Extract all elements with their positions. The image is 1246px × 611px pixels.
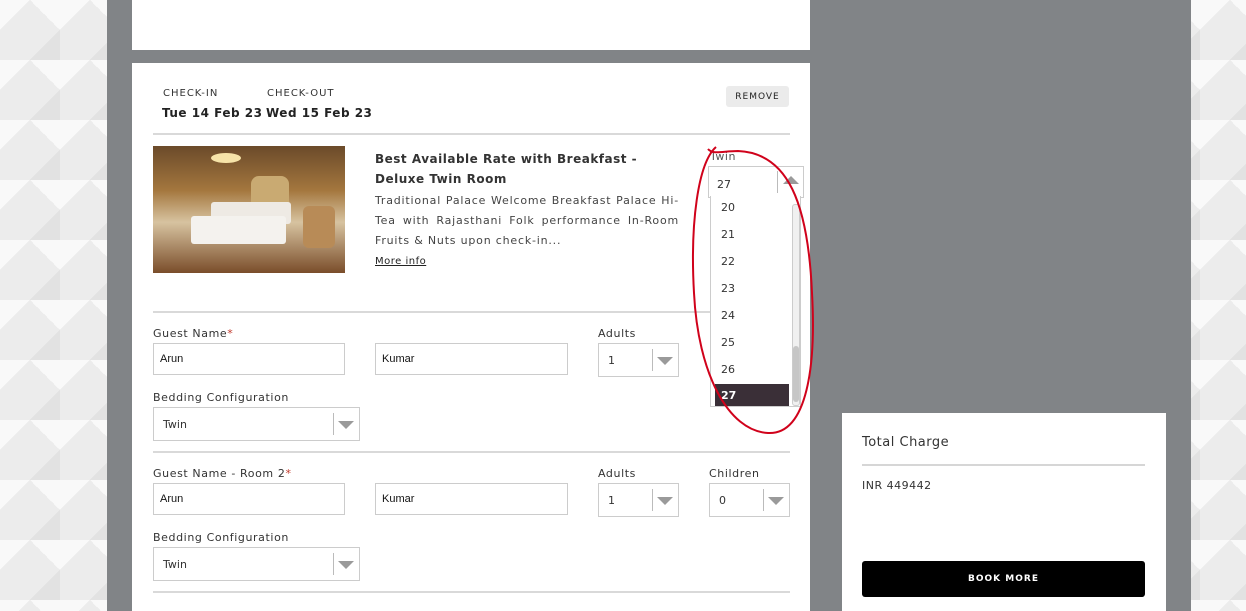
bedding-value: Twin <box>163 418 187 431</box>
adults-value: 1 <box>608 354 615 367</box>
select-divider <box>333 413 334 435</box>
adults-label: Adults <box>598 327 636 340</box>
room-image <box>153 146 345 273</box>
room2-adults-value: 1 <box>608 494 615 507</box>
children-select-open[interactable]: 27 <box>708 166 804 198</box>
scrollbar-thumb[interactable] <box>793 346 799 402</box>
remove-button[interactable]: REMOVE <box>726 86 789 107</box>
select-divider <box>652 349 653 371</box>
bedding-select[interactable]: Twin <box>153 407 360 441</box>
room2-bedding-label: Bedding Configuration <box>153 531 289 544</box>
room2-children-value: 0 <box>719 494 726 507</box>
room-image-bed <box>191 216 286 244</box>
total-charge-amount: INR 449442 <box>862 479 932 492</box>
chevron-down-icon <box>657 357 673 365</box>
chevron-up-icon <box>783 176 799 184</box>
total-charge-card: Total Charge INR 449442 BOOK MORE <box>842 413 1166 611</box>
room2-children-select[interactable]: 0 <box>709 483 790 517</box>
select-divider <box>763 489 764 511</box>
chevron-down-icon <box>768 497 784 505</box>
bedding-label: Bedding Configuration <box>153 391 289 404</box>
option-item[interactable]: 20 <box>715 199 789 217</box>
option-item[interactable]: 22 <box>715 253 789 271</box>
first-name-input[interactable] <box>153 343 345 375</box>
checkout-label: CHECK-OUT <box>267 88 335 99</box>
last-name-input[interactable] <box>375 343 568 375</box>
select-divider <box>652 489 653 511</box>
room2-adults-select[interactable]: 1 <box>598 483 679 517</box>
divider <box>153 311 790 313</box>
room-title: Best Available Rate with Breakfast - Del… <box>375 152 638 186</box>
previous-card <box>132 0 810 50</box>
total-charge-title: Total Charge <box>862 435 950 450</box>
room2-adults-label: Adults <box>598 467 636 480</box>
option-item[interactable]: 25 <box>715 334 789 352</box>
checkin-label: CHECK-IN <box>163 88 219 99</box>
room2-bedding-value: Twin <box>163 558 187 571</box>
room-image-chair <box>303 206 335 248</box>
room2-first-name-input[interactable] <box>153 483 345 515</box>
option-item[interactable]: 21 <box>715 226 789 244</box>
option-item[interactable]: 26 <box>715 361 789 379</box>
children-dropdown-label: Twin <box>710 150 736 163</box>
select-divider <box>333 553 334 575</box>
room2-children-label: Children <box>709 467 760 480</box>
room2-bedding-select[interactable]: Twin <box>153 547 360 581</box>
chevron-down-icon <box>657 497 673 505</box>
checkout-date: Wed 15 Feb 23 <box>266 106 373 120</box>
adults-select[interactable]: 1 <box>598 343 679 377</box>
room-image-lamp <box>211 153 241 163</box>
option-item-selected[interactable]: 27 <box>715 384 789 406</box>
divider <box>153 451 790 453</box>
room-booking-card: CHECK-IN Tue 14 Feb 23 CHECK-OUT Wed 15 … <box>132 63 810 611</box>
guest-name-label: Guest Name* <box>153 327 234 340</box>
divider <box>153 133 790 135</box>
room-description: Traditional Palace Welcome Breakfast Pal… <box>375 194 679 247</box>
more-info-link[interactable]: More info <box>375 256 426 267</box>
book-more-button[interactable]: BOOK MORE <box>862 561 1145 597</box>
chevron-down-icon <box>338 421 354 429</box>
children-options-list[interactable]: 20 21 22 23 24 25 26 27 <box>710 196 801 407</box>
guest-name-room2-label: Guest Name - Room 2* <box>153 467 292 480</box>
checkin-date: Tue 14 Feb 23 <box>162 106 263 120</box>
option-item[interactable]: 23 <box>715 280 789 298</box>
divider <box>153 591 790 593</box>
room2-last-name-input[interactable] <box>375 483 568 515</box>
select-divider <box>777 171 778 193</box>
chevron-down-icon <box>338 561 354 569</box>
option-item[interactable]: 24 <box>715 307 789 325</box>
divider <box>862 464 1145 466</box>
children-value: 27 <box>717 178 731 191</box>
